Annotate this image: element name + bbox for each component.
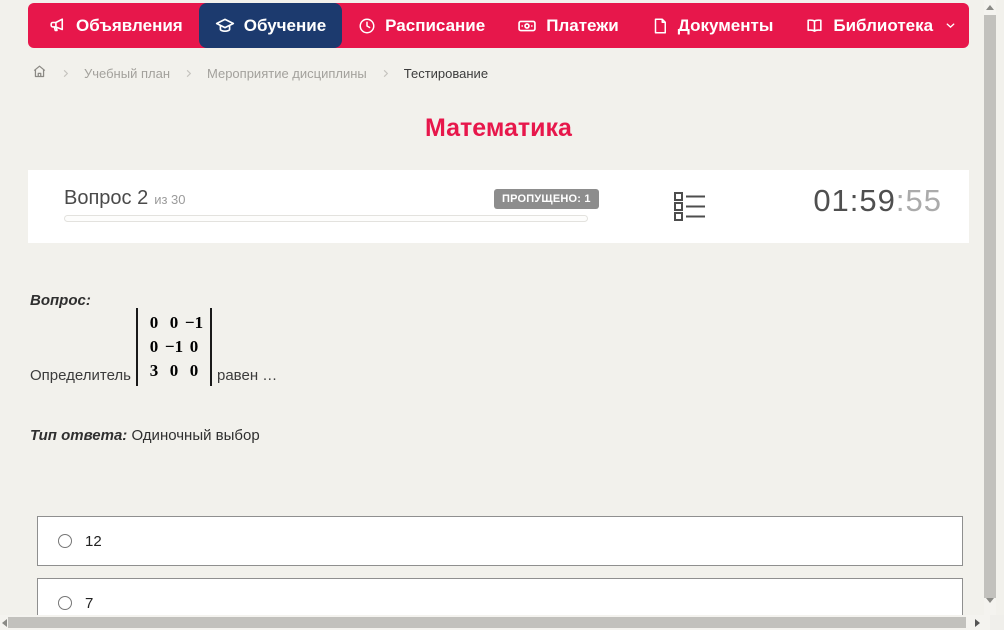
- horizontal-scrollbar-thumb[interactable]: [8, 617, 966, 628]
- banknote-icon: [517, 16, 537, 36]
- chevron-down-icon: [944, 19, 957, 32]
- nav-item-label: Обучение: [243, 15, 327, 35]
- question-total: из 30: [154, 192, 186, 207]
- timer-seconds: :55: [895, 183, 942, 218]
- answer-type-row: Тип ответа: Одиночный выбор: [30, 427, 260, 444]
- timer-hours-minutes: 01:59: [813, 183, 896, 218]
- chevron-right-icon: [60, 68, 71, 79]
- nav-item-library[interactable]: Библиотека: [789, 3, 973, 48]
- scroll-down-arrow-icon[interactable]: [986, 598, 994, 603]
- nav-item-learning[interactable]: Обучение: [198, 3, 343, 48]
- progress-bar: [64, 215, 588, 222]
- question-prompt-label: Вопрос:: [30, 292, 91, 309]
- question-text-before: Определитель: [30, 367, 131, 384]
- question-text-after: равен …: [217, 367, 278, 384]
- question-list-icon[interactable]: [673, 191, 707, 226]
- answer-option-1[interactable]: 12: [37, 516, 963, 566]
- breadcrumb: Учебный план Мероприятие дисциплины Тест…: [32, 64, 488, 82]
- scrollbar-corner: [990, 615, 1004, 630]
- clock-icon: [358, 17, 376, 35]
- graduation-cap-icon: [215, 16, 235, 36]
- chevron-right-icon: [183, 68, 194, 79]
- matrix-cell: 0: [149, 313, 159, 332]
- horizontal-scrollbar[interactable]: [0, 615, 990, 630]
- home-icon[interactable]: [32, 64, 47, 82]
- skipped-badge: ПРОПУЩЕНО: 1: [494, 189, 599, 209]
- page-title: Математика: [425, 114, 572, 142]
- matrix-cell: 0: [189, 361, 199, 380]
- answer-option-label: 7: [85, 594, 94, 612]
- question-number: Вопрос 2: [64, 187, 149, 209]
- quiz-header-card: Вопрос 2 из 30 ПРОПУЩЕНО: 1 01:59:55: [28, 170, 969, 243]
- answer-type-value: Одиночный выбор: [131, 427, 260, 444]
- nav-item-schedule[interactable]: Расписание: [342, 3, 501, 48]
- determinant-matrix: 0 0 −1 0 −1 0 3 0 0: [136, 308, 212, 386]
- nav-item-announcements[interactable]: Объявления: [32, 3, 199, 48]
- nav-item-label: Объявления: [76, 15, 183, 35]
- vertical-scrollbar-thumb[interactable]: [984, 15, 996, 598]
- nav-item-label: Документы: [677, 15, 774, 35]
- breadcrumb-link-discipline-event[interactable]: Мероприятие дисциплины: [207, 66, 367, 81]
- countdown-timer: 01:59:55: [813, 183, 942, 219]
- megaphone-icon: [48, 16, 67, 35]
- nav-item-label: Платежи: [546, 15, 619, 35]
- vertical-scrollbar[interactable]: [984, 0, 996, 615]
- book-icon: [805, 16, 824, 35]
- scroll-left-arrow-icon[interactable]: [2, 619, 7, 627]
- matrix-cell: 0: [189, 337, 199, 356]
- chevron-right-icon: [380, 68, 391, 79]
- matrix-cell: 0: [169, 313, 179, 332]
- radio-button[interactable]: [58, 534, 72, 548]
- breadcrumb-current-testing: Тестирование: [403, 65, 489, 81]
- question-text: Определитель 0 0 −1 0 −1 0 3 0 0 равен …: [30, 308, 277, 386]
- answer-option-label: 12: [85, 532, 102, 550]
- question-counter: Вопрос 2 из 30: [64, 187, 186, 210]
- matrix-cell: 0: [169, 361, 179, 380]
- matrix-cell: −1: [184, 313, 204, 332]
- matrix-cell: 3: [149, 361, 159, 380]
- testing-page: Объявления Обучение Расписание Платежи Д…: [0, 0, 1004, 630]
- scroll-right-arrow-icon[interactable]: [975, 619, 980, 627]
- main-navbar: Объявления Обучение Расписание Платежи Д…: [28, 3, 969, 48]
- nav-item-label: Библиотека: [833, 15, 934, 35]
- breadcrumb-link-curriculum[interactable]: Учебный план: [84, 66, 170, 81]
- matrix-cell: 0: [149, 337, 159, 356]
- nav-item-label: Расписание: [385, 15, 486, 35]
- nav-item-documents[interactable]: Документы: [635, 3, 790, 48]
- document-icon: [651, 17, 669, 35]
- answer-type-label: Тип ответа:: [30, 427, 128, 444]
- scroll-up-arrow-icon[interactable]: [986, 5, 994, 10]
- nav-item-payments[interactable]: Платежи: [501, 3, 635, 48]
- matrix-cell: −1: [164, 337, 184, 356]
- radio-button[interactable]: [58, 596, 72, 610]
